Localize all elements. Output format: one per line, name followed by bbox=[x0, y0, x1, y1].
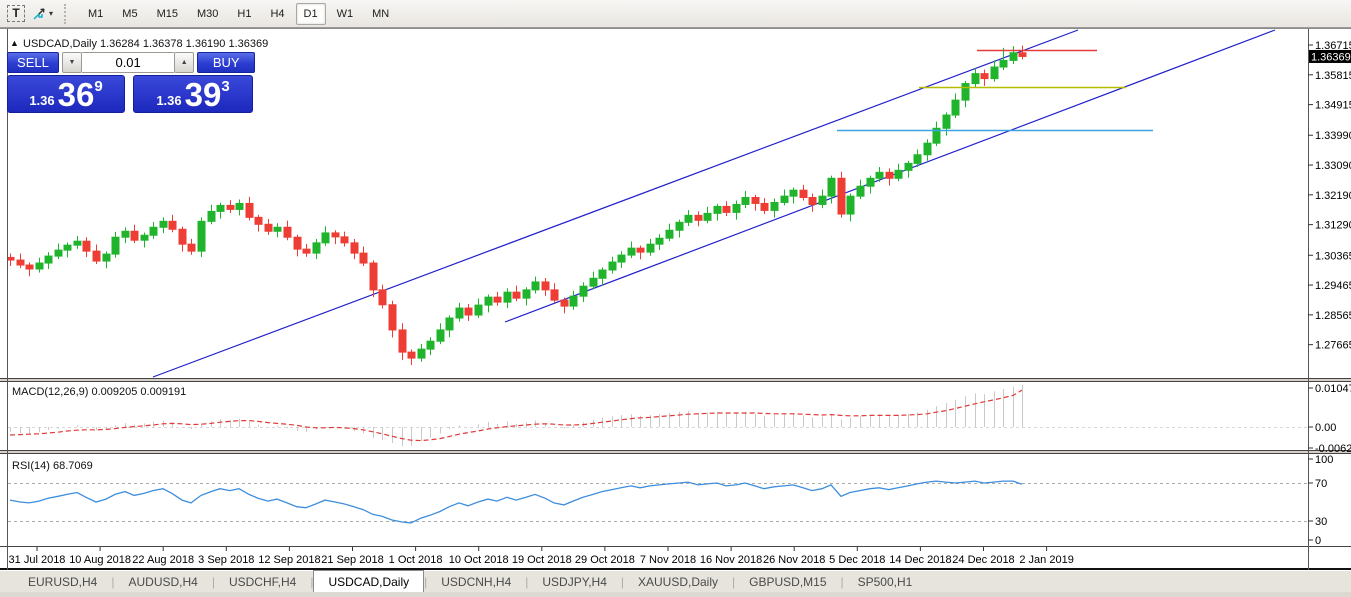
toolbar-separator bbox=[64, 3, 72, 24]
svg-text:1.32190: 1.32190 bbox=[1315, 190, 1351, 202]
chart-tab-SP500-H1[interactable]: SP500,H1 bbox=[844, 572, 927, 592]
svg-text:1.33090: 1.33090 bbox=[1315, 160, 1351, 172]
svg-text:100: 100 bbox=[1315, 454, 1333, 466]
timeframe-button-M15[interactable]: M15 bbox=[149, 3, 186, 25]
svg-text:22 Aug 2018: 22 Aug 2018 bbox=[132, 554, 194, 566]
buy-button[interactable]: BUY bbox=[197, 52, 256, 73]
chart-tab-bar: EURUSD,H4 | AUDUSD,H4 | USDCHF,H4 | USDCAD,Dai… bbox=[0, 570, 1351, 592]
spin-up-icon: ▲ bbox=[180, 59, 188, 66]
timeframe-button-M5[interactable]: M5 bbox=[114, 3, 145, 25]
volume-input[interactable] bbox=[82, 52, 175, 73]
timeframe-button-H4[interactable]: H4 bbox=[262, 3, 292, 25]
svg-text:10 Oct 2018: 10 Oct 2018 bbox=[449, 554, 509, 566]
svg-text:12 Sep 2018: 12 Sep 2018 bbox=[258, 554, 320, 566]
svg-text:10 Aug 2018: 10 Aug 2018 bbox=[69, 554, 131, 566]
svg-text:0.00: 0.00 bbox=[1315, 422, 1336, 434]
buy-price-pips: 39 bbox=[184, 75, 222, 113]
sell-button[interactable]: SELL bbox=[7, 52, 59, 73]
spin-down-icon: ▼ bbox=[68, 59, 76, 66]
svg-text:16 Nov 2018: 16 Nov 2018 bbox=[700, 554, 762, 566]
volume-increase-button[interactable]: ▲ bbox=[174, 52, 195, 73]
svg-text:1.35815: 1.35815 bbox=[1315, 70, 1351, 82]
svg-text:7 Nov 2018: 7 Nov 2018 bbox=[640, 554, 696, 566]
svg-text:3 Sep 2018: 3 Sep 2018 bbox=[198, 554, 254, 566]
trading-platform-window: { "toolbar": { "text_tool_glyph": "T", "… bbox=[0, 0, 1351, 597]
buy-price-point: 3 bbox=[221, 77, 230, 95]
macd-label: MACD(12,26,9) 0.009205 0.009191 bbox=[12, 386, 186, 398]
timeframe-button-group: M1 M5 M15 M30 H1 H4 D1 W1 MN bbox=[80, 2, 397, 25]
svg-text:31 Jul 2018: 31 Jul 2018 bbox=[9, 554, 66, 566]
text-tool-button[interactable]: T bbox=[4, 2, 28, 26]
sell-price-pips: 36 bbox=[57, 75, 95, 113]
svg-text:29 Oct 2018: 29 Oct 2018 bbox=[575, 554, 635, 566]
svg-text:1.27665: 1.27665 bbox=[1315, 340, 1351, 352]
arrows-icon bbox=[33, 7, 45, 20]
svg-text:1.31290: 1.31290 bbox=[1315, 220, 1351, 232]
bottom-status-strip bbox=[0, 592, 1351, 597]
svg-text:24 Dec 2018: 24 Dec 2018 bbox=[952, 554, 1014, 566]
timeframe-button-H1[interactable]: H1 bbox=[229, 3, 259, 25]
svg-text:2 Jan 2019: 2 Jan 2019 bbox=[1019, 554, 1073, 566]
top-toolbar: T ▾ M1 M5 M15 M30 H1 H4 D1 W1 MN bbox=[0, 0, 1351, 28]
rsi-label: RSI(14) 68.7069 bbox=[12, 460, 93, 472]
svg-text:30: 30 bbox=[1315, 516, 1327, 528]
timeframe-button-M30[interactable]: M30 bbox=[189, 3, 226, 25]
svg-text:0: 0 bbox=[1315, 535, 1321, 547]
symbol-collapse-icon[interactable]: ▲ bbox=[10, 38, 19, 48]
buy-price-display[interactable]: 1.36 39 3 bbox=[133, 75, 253, 113]
timeframe-button-MN[interactable]: MN bbox=[364, 3, 397, 25]
text-tool-icon: T bbox=[7, 5, 25, 22]
chart-tab-EURUSD-H4[interactable]: EURUSD,H4 bbox=[14, 572, 111, 592]
svg-text:19 Oct 2018: 19 Oct 2018 bbox=[512, 554, 572, 566]
chart-tab-XAUUSD-Daily[interactable]: XAUUSD,Daily bbox=[624, 572, 732, 592]
arrows-tool-button[interactable]: ▾ bbox=[30, 2, 54, 26]
svg-text:1.33990: 1.33990 bbox=[1315, 130, 1351, 142]
svg-text:0.010474: 0.010474 bbox=[1315, 383, 1351, 395]
svg-text:1.30365: 1.30365 bbox=[1315, 250, 1351, 262]
svg-text:1.36369: 1.36369 bbox=[1311, 51, 1351, 63]
chart-tab-USDCNH-H4[interactable]: USDCNH,H4 bbox=[427, 572, 525, 592]
ohlc-header: USDCAD,Daily 1.36284 1.36378 1.36190 1.3… bbox=[23, 38, 268, 50]
svg-text:1.28565: 1.28565 bbox=[1315, 310, 1351, 322]
svg-text:70: 70 bbox=[1315, 478, 1327, 490]
chevron-down-icon: ▾ bbox=[49, 9, 54, 18]
sell-price-prefix: 1.36 bbox=[29, 92, 55, 108]
chart-tab-GBPUSD-M15[interactable]: GBPUSD,M15 bbox=[735, 572, 840, 592]
svg-text:1 Oct 2018: 1 Oct 2018 bbox=[389, 554, 443, 566]
volume-decrease-button[interactable]: ▼ bbox=[61, 52, 83, 73]
svg-text:14 Dec 2018: 14 Dec 2018 bbox=[889, 554, 951, 566]
timeframe-button-M1[interactable]: M1 bbox=[80, 3, 111, 25]
svg-text:1.34915: 1.34915 bbox=[1315, 100, 1351, 112]
chart-tab-AUDUSD-H4[interactable]: AUDUSD,H4 bbox=[114, 572, 211, 592]
svg-text:1.29465: 1.29465 bbox=[1315, 280, 1351, 292]
timeframe-button-W1[interactable]: W1 bbox=[329, 3, 362, 25]
svg-text:21 Sep 2018: 21 Sep 2018 bbox=[321, 554, 383, 566]
svg-text:26 Nov 2018: 26 Nov 2018 bbox=[763, 554, 825, 566]
buy-price-prefix: 1.36 bbox=[156, 92, 182, 108]
sell-price-point: 9 bbox=[94, 77, 103, 95]
sell-price-display[interactable]: 1.36 36 9 bbox=[7, 75, 125, 113]
one-click-trading-panel: SELL ▼ ▲ BUY 1.36 36 9 1.36 39 3 bbox=[7, 52, 256, 113]
svg-text:5 Dec 2018: 5 Dec 2018 bbox=[829, 554, 885, 566]
chart-tab-USDCHF-H4[interactable]: USDCHF,H4 bbox=[215, 572, 310, 592]
chart-tab-USDJPY-H4[interactable]: USDJPY,H4 bbox=[528, 572, 620, 592]
timeframe-button-D1[interactable]: D1 bbox=[295, 2, 326, 25]
chart-tab-USDCAD-Daily[interactable]: USDCAD,Daily bbox=[313, 570, 425, 592]
